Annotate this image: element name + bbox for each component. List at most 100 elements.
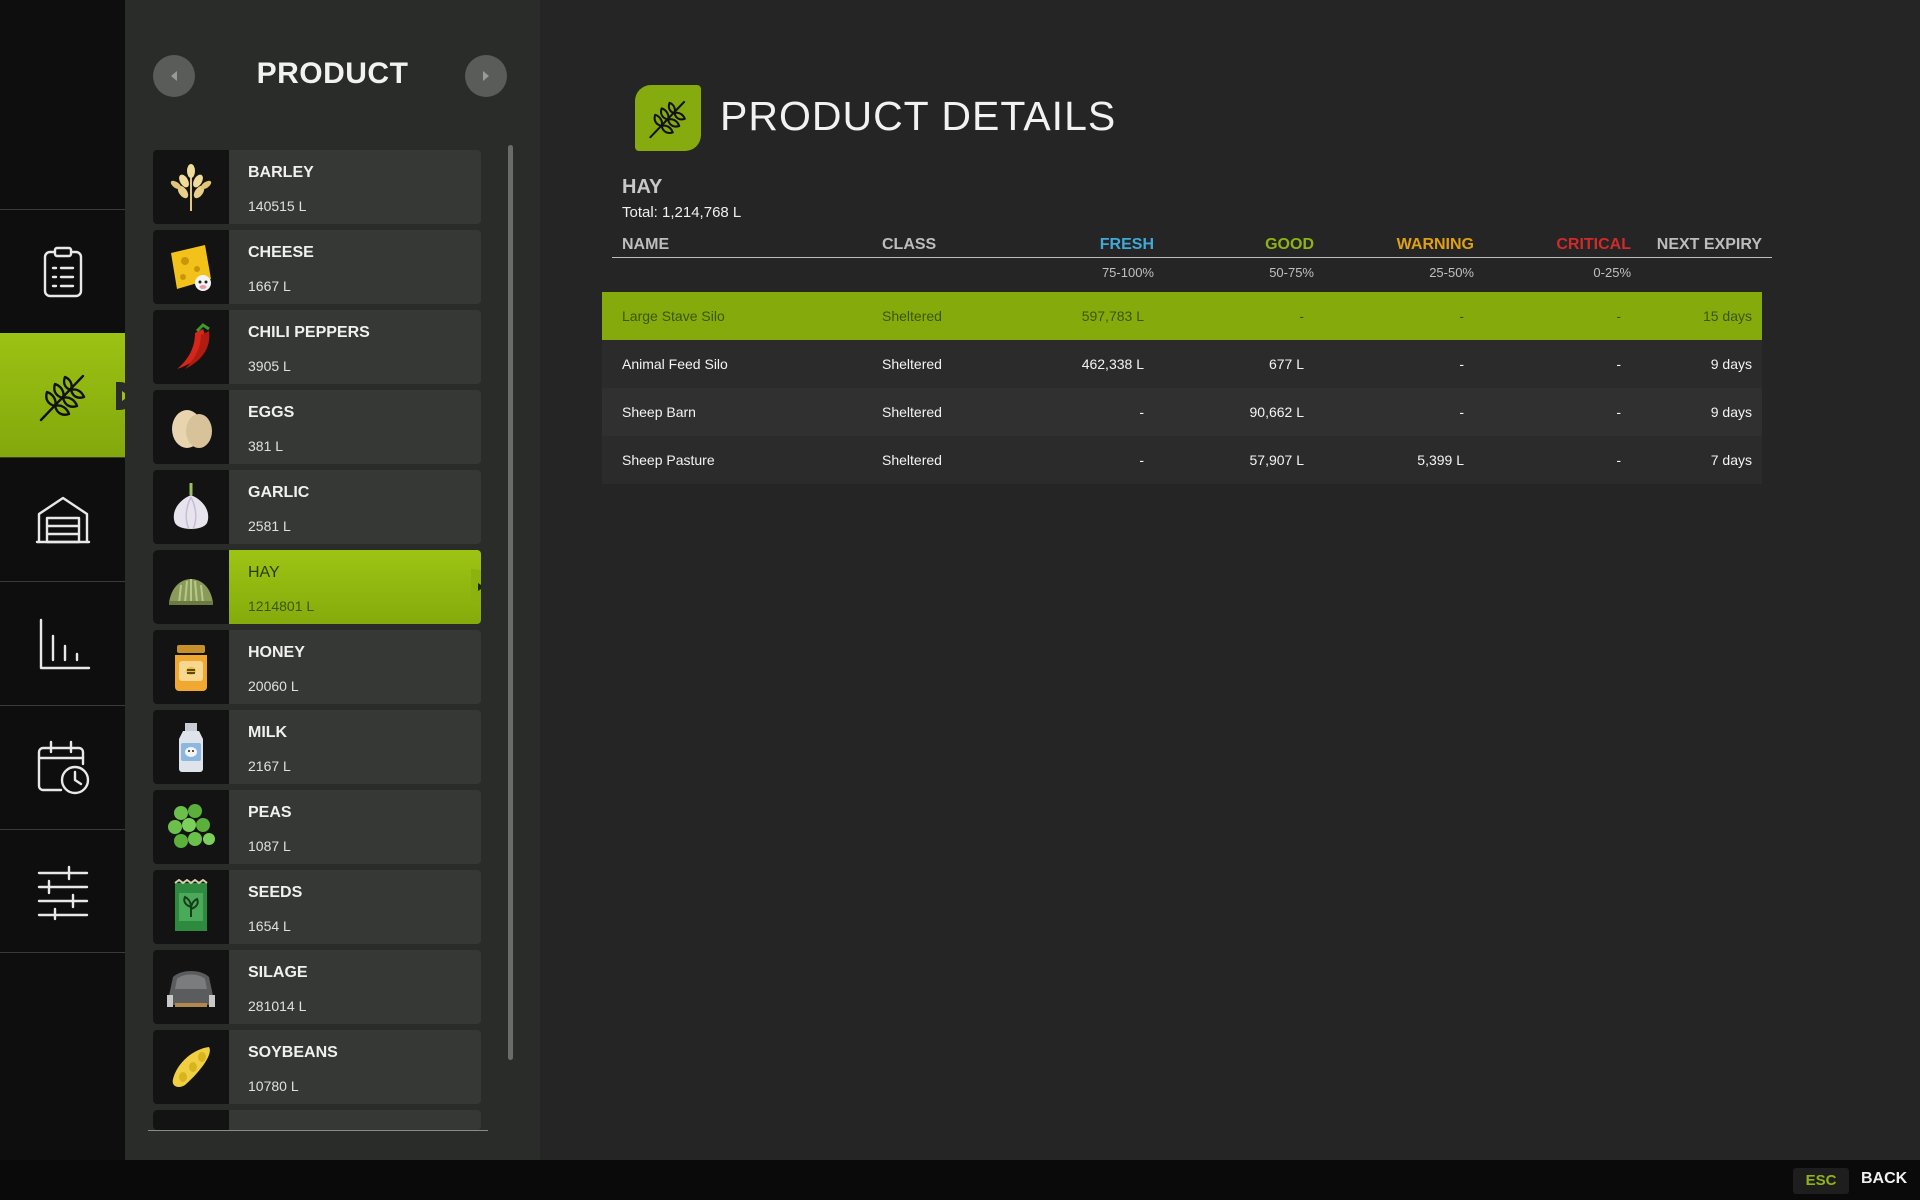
cell-critical: - (1616, 404, 1621, 420)
product-thumb (153, 950, 229, 1024)
cell-fresh: - (1139, 404, 1144, 420)
scrollbar-thumb[interactable] (508, 145, 513, 1060)
table-row[interactable]: Sheep Pasture Sheltered - 57,907 L 5,399… (602, 436, 1762, 484)
product-quantity: 1667 L (248, 278, 291, 294)
cell-fresh: - (1139, 452, 1144, 468)
product-quantity: 140515 L (248, 198, 307, 214)
product-item-cheese[interactable]: CHEESE 1667 L (153, 230, 481, 304)
product-item-barley[interactable]: BARLEY 140515 L (153, 150, 481, 224)
product-name: HAY (248, 564, 280, 581)
cell-next-expiry: 9 days (1710, 356, 1752, 372)
cell-good: 90,662 L (1249, 404, 1305, 420)
back-button[interactable]: BACK (1861, 1170, 1907, 1188)
cell-next-expiry: 15 days (1702, 308, 1752, 324)
footer-bar: ESC BACK (0, 1160, 1920, 1200)
product-name: GARLIC (248, 484, 310, 501)
product-item-hay[interactable]: HAY 1214801 L (153, 550, 481, 624)
eggs-icon (172, 410, 212, 448)
cell-good: - (1299, 308, 1304, 324)
silage-icon (167, 971, 215, 1007)
cell-class: Sheltered (882, 356, 942, 372)
range-warning: 25-50% (1429, 265, 1474, 280)
product-info: GARLIC 2581 L (229, 470, 309, 544)
product-item-partial[interactable] (153, 1110, 481, 1130)
product-name: MILK (248, 724, 288, 741)
wheat-icon (39, 374, 85, 421)
page-title: PRODUCT DETAILS (720, 93, 1117, 139)
product-thumb (153, 710, 229, 784)
table-row[interactable]: Sheep Barn Sheltered - 90,662 L - - 9 da… (602, 388, 1762, 436)
product-quantity: 281014 L (248, 998, 307, 1014)
table-row[interactable]: Large Stave Silo Sheltered 597,783 L - -… (602, 292, 1762, 340)
product-item-soybeans[interactable]: SOYBEANS 10780 L (153, 1030, 481, 1104)
product-item-milk[interactable]: MILK 2167 L (153, 710, 481, 784)
app-root: PRODUCT BARLEY 140515 L CHEESE 1667 L CH… (0, 0, 1920, 1200)
main-nav (0, 0, 134, 1160)
hay-icon (169, 579, 213, 605)
product-name: PEAS (248, 804, 292, 821)
header-warning: WARNING (1396, 236, 1474, 253)
nav-item-products[interactable] (0, 333, 134, 457)
barn-icon (35, 496, 90, 543)
selected-indicator (471, 569, 481, 605)
product-thumb (153, 630, 229, 704)
product-info: BARLEY 140515 L (229, 150, 314, 224)
nav-item-statistics[interactable] (0, 581, 125, 705)
product-item-garlic[interactable]: GARLIC 2581 L (153, 470, 481, 544)
nav-item-storage[interactable] (0, 457, 125, 581)
header-good: GOOD (1265, 236, 1314, 253)
product-info: MILK 2167 L (229, 710, 291, 784)
table-row[interactable]: Animal Feed Silo Sheltered 462,338 L 677… (602, 340, 1762, 388)
header-critical: CRITICAL (1556, 236, 1631, 253)
cell-name: Sheep Barn (622, 404, 696, 420)
product-list-scrollbar[interactable] (508, 145, 513, 1060)
product-thumb (153, 230, 229, 304)
product-quantity: 381 L (248, 438, 284, 454)
product-item-eggs[interactable]: EGGS 381 L (153, 390, 481, 464)
next-page-button[interactable] (465, 55, 507, 97)
cell-name: Sheep Pasture (622, 452, 715, 468)
nav-item-settings[interactable] (0, 829, 125, 953)
arrow-right-icon (483, 71, 489, 81)
barley-icon (170, 164, 212, 211)
product-item-chili-peppers[interactable]: CHILI PEPPERS 3905 L (153, 310, 481, 384)
product-item-seeds[interactable]: SEEDS 1654 L (153, 870, 481, 944)
milk-can-icon (179, 723, 203, 772)
header-fresh: FRESH (1099, 236, 1154, 253)
product-item-peas[interactable]: PEAS 1087 L (153, 790, 481, 864)
range-fresh: 75-100% (1101, 265, 1154, 280)
selected-product-name: HAY (622, 176, 663, 198)
product-item-honey[interactable]: HONEY 20060 L (153, 630, 481, 704)
product-thumb (153, 310, 229, 384)
soybeans-icon (172, 1047, 210, 1087)
product-item-silage[interactable]: SILAGE 281014 L (153, 950, 481, 1024)
garlic-icon (173, 483, 209, 530)
cell-class: Sheltered (882, 404, 942, 420)
product-name: SOYBEANS (248, 1044, 338, 1061)
product-quantity: 10780 L (248, 1078, 299, 1094)
product-quantity: 20060 L (248, 678, 299, 694)
product-thumb (153, 1110, 229, 1130)
cell-class: Sheltered (882, 452, 942, 468)
product-thumb (153, 550, 229, 624)
product-info: SOYBEANS 10780 L (229, 1030, 338, 1104)
cell-warning: - (1459, 356, 1464, 372)
bar-chart-icon (39, 618, 90, 669)
product-thumb (153, 390, 229, 464)
list-divider (148, 1130, 488, 1131)
product-info: CHEESE 1667 L (229, 230, 314, 304)
product-list-panel: PRODUCT BARLEY 140515 L CHEESE 1667 L CH… (125, 0, 540, 1160)
header-next-expiry: NEXT EXPIRY (1656, 236, 1762, 253)
product-info: HONEY 20060 L (229, 630, 305, 704)
nav-item-tasks[interactable] (0, 209, 125, 333)
product-thumb (153, 150, 229, 224)
header-class: CLASS (882, 236, 937, 253)
product-name: EGGS (248, 404, 295, 421)
product-info: HAY 1214801 L (229, 550, 314, 624)
nav-item-schedule[interactable] (0, 705, 125, 829)
esc-key-badge[interactable]: ESC (1793, 1168, 1849, 1194)
cell-critical: - (1616, 356, 1621, 372)
product-details-panel: PRODUCT DETAILS HAY Total: 1,214,768 L N… (540, 0, 1920, 1160)
product-thumb (153, 470, 229, 544)
cell-good: 57,907 L (1249, 452, 1305, 468)
